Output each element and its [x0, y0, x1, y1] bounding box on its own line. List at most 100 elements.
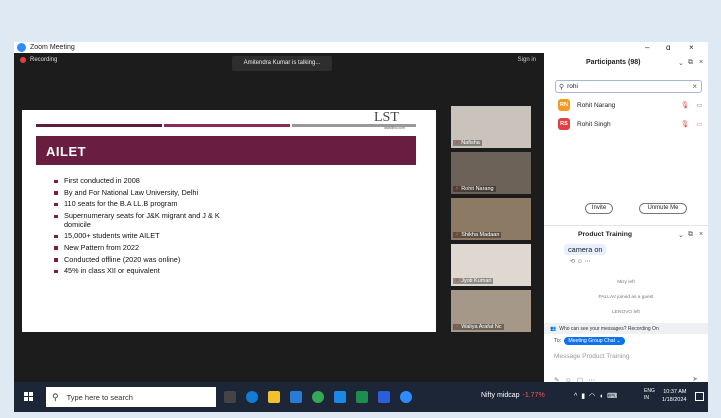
taskbar-search-box[interactable]: ⚲ Type here to search — [46, 387, 216, 407]
video-camera-icon[interactable]: ▭ — [696, 102, 702, 109]
window-title: Zoom Meeting — [30, 44, 75, 51]
participant-row[interactable]: RN Rohit Narang 🎙 ▭ — [558, 98, 703, 112]
task-view-icon[interactable] — [224, 391, 236, 403]
stock-ticker[interactable]: Nifty midcap -1.77% — [481, 392, 545, 399]
minimize-button[interactable]: – — [645, 42, 649, 53]
pop-out-icon[interactable]: ⧉ — [688, 231, 693, 239]
unmute-me-button[interactable]: Unmute Me — [639, 203, 687, 214]
slide-bullet: Supernumerary seats for J&K migrant and … — [54, 211, 224, 229]
participant-name: Rohit Singh — [577, 120, 611, 128]
close-button[interactable]: × — [689, 42, 694, 53]
volume-icon[interactable]: ◖ — [599, 393, 603, 400]
restore-button[interactable]: ɑ — [666, 42, 670, 53]
avatar: RS — [558, 118, 570, 130]
more-icon[interactable]: ⋯ — [585, 259, 591, 265]
slide-title: AILET — [46, 144, 87, 159]
mail-icon[interactable] — [334, 391, 346, 403]
video-tile-name: ✗ Shikha Madaan — [453, 232, 502, 238]
video-tile-name: ✗ Nafisha — [453, 140, 482, 146]
chrome-icon[interactable] — [312, 391, 324, 403]
video-tile-nafisha[interactable]: ✗ Nafisha — [451, 106, 531, 148]
collapse-icon[interactable]: ⌄ — [678, 59, 684, 67]
participants-header: Participants (98) ⌄ ⧉ × — [544, 53, 708, 75]
muted-mic-icon[interactable]: 🎙 — [681, 120, 689, 128]
emoji-icon[interactable]: ☺ — [577, 259, 583, 265]
participants-panel: Participants (98) ⌄ ⧉ × ⚲ rohi × RN Rohi… — [544, 53, 708, 384]
battery-icon[interactable]: ▮ — [581, 393, 585, 400]
collapse-icon[interactable]: ⌄ — [678, 231, 684, 239]
recipient-selector: To: Meeting Group Chat ⌄ — [554, 337, 625, 345]
keyboard-icon[interactable]: ⌨ — [607, 393, 617, 400]
excel-icon[interactable] — [356, 391, 368, 403]
muted-mic-icon: ✗ — [455, 186, 460, 192]
language-indicator[interactable]: ENG IN — [644, 388, 655, 402]
slide-bullet: 15,000+ students write AILET — [54, 232, 224, 241]
clock[interactable]: 10:37 AM 1/18/2024 — [662, 388, 686, 404]
talking-indicator: Amitendra Kumar is talking... — [232, 56, 332, 71]
slide-logo: LST — [374, 110, 399, 125]
recipient-dropdown[interactable]: Meeting Group Chat ⌄ — [564, 337, 625, 345]
chat-message-input[interactable]: Message Product Training — [554, 353, 630, 360]
avatar: RN — [558, 99, 570, 111]
chevron-up-icon[interactable]: ^ — [574, 393, 577, 400]
muted-mic-icon: ✗ — [455, 232, 460, 238]
video-tile-waliya-arafat[interactable]: ✗ Waliya Arafat Nc — [451, 290, 531, 332]
video-tile-name: ✗ Waliya Arafat Nc — [453, 324, 504, 330]
clear-search-icon[interactable]: × — [692, 82, 697, 91]
meeting-area: Recording Amitendra Kumar is talking... … — [14, 53, 544, 382]
sign-in-link[interactable]: Sign in — [518, 57, 536, 63]
participant-search-input[interactable]: ⚲ rohi × — [555, 80, 702, 93]
video-tile-shikha-madaan[interactable]: ✗ Shikha Madaan — [451, 198, 531, 240]
record-dot-icon — [20, 57, 26, 63]
close-chat-icon[interactable]: × — [699, 231, 703, 238]
recording-indicator[interactable]: Recording — [20, 57, 57, 63]
zoom-logo-icon — [17, 43, 26, 52]
edge-icon[interactable] — [246, 391, 258, 403]
video-off-icon[interactable]: ▭ — [696, 121, 702, 128]
slide-bar-2 — [164, 124, 290, 127]
participants-title: Participants (98) — [586, 59, 641, 66]
slide-bullet: First conducted in 2008 — [54, 176, 224, 186]
invite-button[interactable]: Invite — [585, 203, 613, 214]
to-label: To: — [554, 338, 562, 344]
muted-mic-icon: ✗ — [455, 324, 460, 330]
close-panel-icon[interactable]: × — [699, 59, 703, 66]
system-message: Mizy left — [617, 280, 635, 285]
video-tile-jyoti-kumari[interactable]: ✗ Jyoti Kumari — [451, 244, 531, 286]
participant-row[interactable]: RS Rohit Singh 🎙 ▭ — [558, 117, 703, 131]
slide-logo-sub: lawsikho.com — [384, 126, 406, 130]
muted-mic-icon: ✗ — [455, 278, 460, 284]
muted-mic-icon[interactable]: 🎙 — [681, 101, 689, 109]
system-message: PALLAV joined as a guest — [598, 295, 654, 300]
pop-out-icon[interactable]: ⧉ — [688, 59, 693, 67]
slide-bullet: By and For National Law University, Delh… — [54, 188, 224, 198]
video-tile-name: ✗ Jyoti Kumari — [453, 278, 494, 284]
file-explorer-icon[interactable] — [268, 391, 280, 403]
windows-start-icon[interactable] — [24, 392, 34, 402]
participant-name: Rohit Narang — [577, 101, 616, 109]
chat-header: Product Training ⌄ ⧉ × — [544, 225, 708, 243]
message-reactions[interactable]: ⟲ ☺ ⋯ — [570, 258, 591, 265]
clock-time: 10:37 AM — [663, 389, 687, 395]
shared-slide: LST lawsikho.com AILET First conducted i… — [22, 110, 436, 332]
reply-icon[interactable]: ⟲ — [570, 259, 575, 265]
muted-mic-icon: ✗ — [455, 140, 460, 146]
slide-header: AILET — [36, 136, 416, 165]
system-message: LENOVO left — [612, 310, 640, 315]
zoom-taskbar-icon[interactable] — [400, 391, 412, 403]
slide-bullet: 110 seats for the B.A LL.B program — [54, 200, 224, 209]
privacy-notice[interactable]: 👥 Who can see your messages? Recording O… — [544, 323, 708, 334]
chat-title: Product Training — [578, 231, 632, 238]
video-tile-rohit-narang[interactable]: ✗ Rohit Narang — [451, 152, 531, 194]
word-icon[interactable] — [378, 391, 390, 403]
slide-bar-1 — [36, 124, 162, 127]
slide-bullet-list: First conducted in 2008 By and For Natio… — [54, 176, 224, 279]
system-tray[interactable]: ^ ▮ ◠ ◖ ⌨ — [574, 392, 617, 400]
clock-date: 1/18/2024 — [662, 397, 687, 403]
store-icon[interactable] — [290, 391, 302, 403]
taskbar-search-placeholder: Type here to search — [66, 392, 133, 402]
chat-message: camera on — [564, 244, 607, 255]
wifi-icon[interactable]: ◠ — [589, 393, 595, 400]
ticker-name: Nifty midcap — [481, 392, 520, 399]
notifications-icon[interactable] — [695, 392, 704, 401]
